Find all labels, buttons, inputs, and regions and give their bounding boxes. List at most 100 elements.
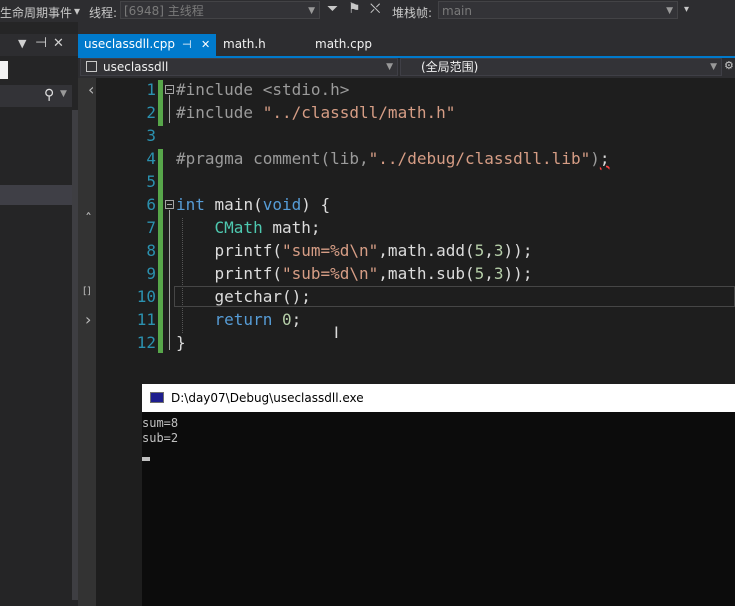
code-token: #include <stdio.h> (176, 80, 350, 99)
text-cursor-icon: Ι (334, 323, 339, 342)
project-icon (86, 61, 97, 72)
console-cursor (142, 457, 150, 461)
panel-selected-item[interactable] (0, 185, 72, 205)
code-line-10[interactable]: getchar(); (176, 287, 311, 307)
caret-up-icon[interactable]: ˆ (85, 212, 92, 228)
pin-icon[interactable]: ⊣ (35, 35, 47, 51)
thread-dropdown[interactable]: [6948] 主线程 ▼ (120, 1, 320, 19)
chevron-down-icon: ▼ (308, 6, 315, 16)
code-token: #pragma comment(lib, (176, 149, 369, 168)
console-title: D:\day07\Debug\useclassdll.exe (171, 391, 364, 405)
left-tool-panel (0, 22, 78, 606)
tab-math-cpp[interactable]: math.cpp (309, 34, 399, 56)
outline-line (169, 210, 170, 350)
change-bar (158, 80, 163, 126)
console-app-icon (150, 392, 164, 403)
brackets-icon[interactable]: [] (83, 286, 91, 297)
code-token: "../debug/classdll.lib" (368, 149, 591, 168)
filter-icon[interactable]: ⏷ (327, 1, 338, 17)
left-panel-header: ▼ ⊣ ✕ (0, 34, 78, 56)
tab-label: math.cpp (315, 37, 372, 51)
panel-search-bar[interactable]: ⚲ ▼ (0, 85, 72, 107)
thread-label: 线程: (89, 6, 118, 20)
line-number: 10 (136, 287, 156, 306)
code-line-11[interactable]: return 0; (176, 310, 302, 330)
line-number: 11 (136, 310, 156, 329)
panel-menu-icon[interactable]: ▼ (18, 37, 26, 50)
code-token: 5 (474, 241, 485, 260)
scope-name: (全局范围) (421, 60, 479, 74)
code-token: int (176, 195, 205, 214)
line-number: 4 (146, 149, 156, 168)
line-number: 12 (136, 333, 156, 352)
search-icon[interactable]: ⚲ (44, 87, 54, 103)
chevron-left-icon[interactable]: ‹ (88, 80, 94, 99)
line-number: 8 (146, 241, 156, 260)
line-number: 6 (146, 195, 156, 214)
code-line-12[interactable]: } (176, 333, 186, 353)
navigation-bar: useclassdll ▼ (全局范围) ▼ ⚙ (78, 58, 735, 78)
line-number: 3 (146, 126, 156, 145)
code-token: ) (590, 149, 600, 168)
glyph-margin[interactable]: ‹ ˆ [] › (78, 78, 96, 606)
outline-line (169, 95, 170, 123)
toggle-flag-icon[interactable]: ⛌ (370, 1, 380, 17)
console-window[interactable] (142, 384, 735, 606)
collapse-toggle[interactable] (165, 200, 174, 209)
code-token: 5 (474, 264, 485, 283)
code-token: "sum=%d\n" (281, 241, 379, 260)
code-line-8[interactable]: printf("sum=%d\n",math.add(5,3)); (176, 241, 533, 261)
collapse-toggle[interactable] (165, 85, 174, 94)
tab-math-h[interactable]: math.h (217, 34, 307, 56)
chevron-right-icon[interactable]: › (85, 310, 91, 329)
close-icon[interactable]: ✕ (53, 36, 64, 51)
toolbar-dropdown-arrow[interactable]: ▾ (74, 4, 80, 18)
code-token: return (214, 310, 273, 329)
tab-useclassdll-cpp[interactable]: useclassdll.cpp ⊣ ✕ (78, 34, 216, 56)
code-line-9[interactable]: printf("sub=%d\n",math.sub(5,3)); (176, 264, 533, 284)
stack-frame-label: 堆栈帧: (392, 6, 433, 20)
code-line-6[interactable]: int main(void) { (176, 195, 330, 215)
code-token: "../classdll/math.h" (262, 103, 456, 122)
close-tab-icon[interactable]: ✕ (201, 34, 210, 55)
code-token: CMath (214, 218, 263, 237)
chevron-down-icon: ▼ (710, 62, 717, 72)
line-number: 1 (146, 80, 156, 99)
chevron-down-icon[interactable]: ▼ (60, 89, 67, 99)
flag-icon[interactable]: ⚑ (348, 1, 361, 17)
code-line-1[interactable]: #include <stdio.h> (176, 80, 349, 100)
code-token: void (262, 195, 302, 214)
line-number: 2 (146, 103, 156, 122)
code-line-7[interactable]: CMath math; (176, 218, 321, 238)
chevron-down-icon: ▼ (386, 62, 393, 72)
project-name: useclassdll (103, 60, 169, 74)
stack-frame-value: main (442, 4, 472, 18)
code-token: ; (599, 149, 610, 168)
change-bar (158, 195, 163, 353)
toolbar-overflow-icon[interactable]: ▾ (684, 4, 689, 15)
project-dropdown[interactable]: useclassdll ▼ (80, 58, 398, 76)
tab-label: useclassdll.cpp (84, 37, 175, 51)
code-token: 3 (493, 241, 504, 260)
lifecycle-events-label[interactable]: 生命周期事件 (0, 4, 72, 21)
code-line-2[interactable]: #include "../classdll/math.h" (176, 103, 455, 123)
change-bar (158, 172, 163, 195)
stack-frame-dropdown[interactable]: main ▼ (438, 1, 678, 19)
code-token: 0 (281, 310, 292, 329)
code-line-4[interactable]: #pragma comment(lib,"../debug/classdll.l… (176, 149, 610, 169)
pin-tab-icon[interactable]: ⊣ (182, 34, 192, 55)
line-number: 5 (146, 172, 156, 191)
scope-dropdown[interactable]: (全局范围) ▼ (400, 58, 722, 76)
member-icon[interactable]: ⚙ (724, 59, 734, 72)
code-token: #include (176, 103, 263, 122)
chevron-down-icon: ▼ (666, 6, 673, 16)
line-number: 7 (146, 218, 156, 237)
panel-search-field[interactable] (0, 61, 8, 79)
console-title-bar[interactable]: D:\day07\Debug\useclassdll.exe (142, 384, 735, 412)
console-output: sum=8 sub=2 (142, 416, 179, 445)
line-number: 9 (146, 264, 156, 283)
thread-value: [6948] 主线程 (124, 4, 204, 18)
debug-location-toolbar: 生命周期事件 ▾ 线程: [6948] 主线程 ▼ ⏷ ⚑ ⛌ 堆栈帧: mai… (0, 0, 735, 22)
document-tab-strip: useclassdll.cpp ⊣ ✕ math.h math.cpp (78, 34, 735, 56)
tab-label: math.h (223, 37, 266, 51)
